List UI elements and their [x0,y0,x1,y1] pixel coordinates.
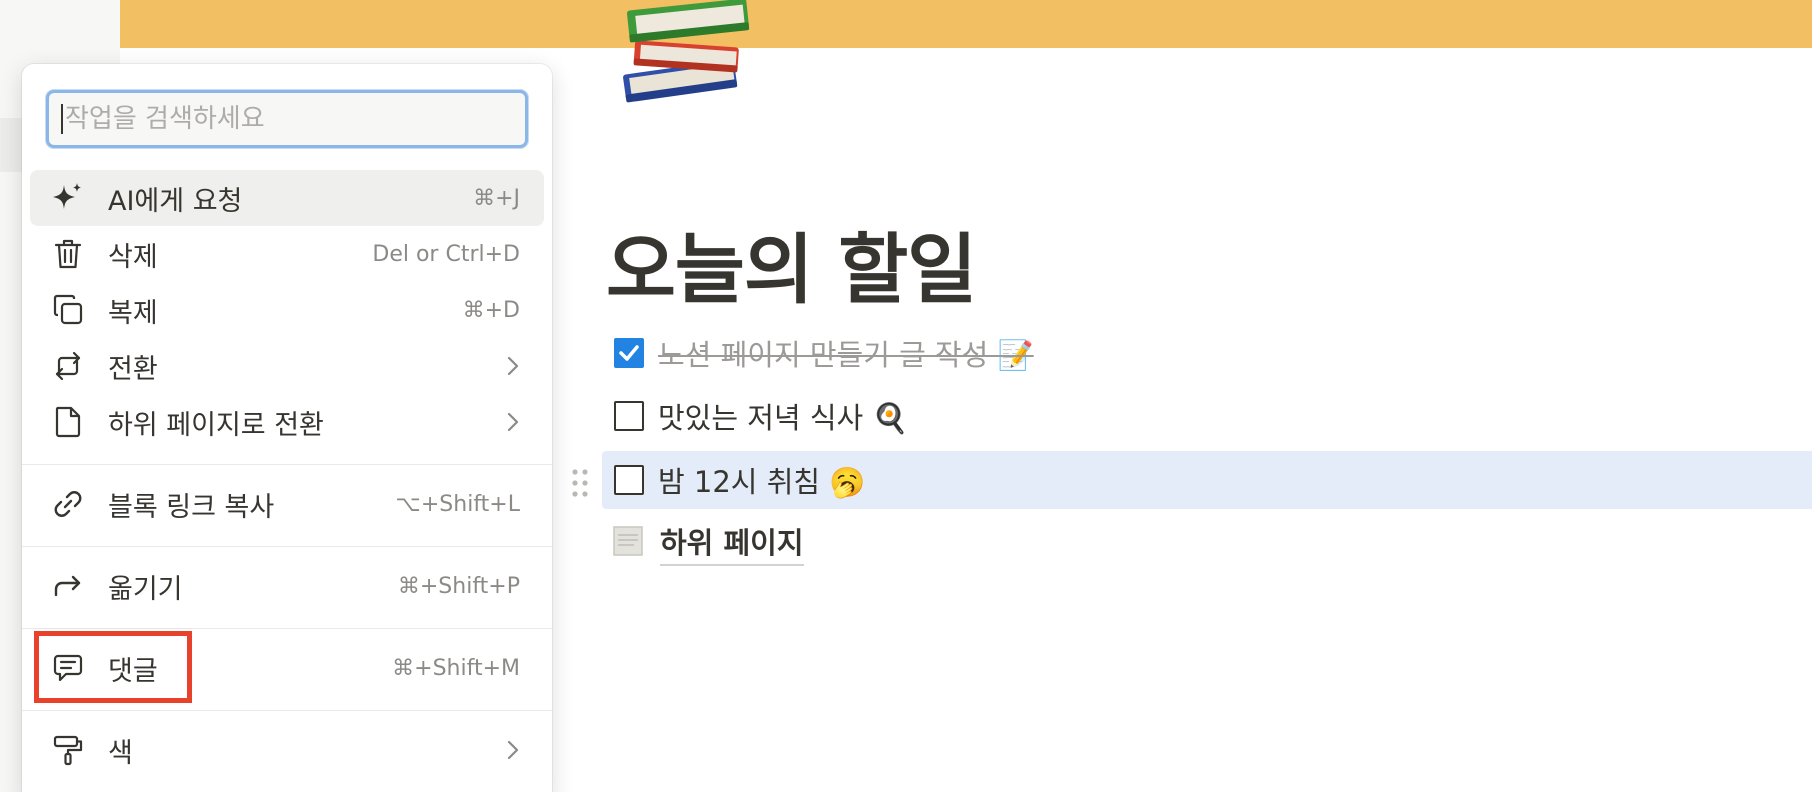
menu-divider [22,710,552,711]
page-icon [610,523,646,563]
menu-divider [22,546,552,547]
menu-item-turn-into-page[interactable]: 하위 페이지로 전환 [30,394,544,450]
chevron-right-icon [506,411,520,433]
menu-item-convert[interactable]: 전환 [30,338,544,394]
books-emoji-icon[interactable] [612,0,762,110]
menu-item-label: 삭제 [108,241,158,273]
shortcut-hint: ⌘+Shift+P [397,573,520,599]
shortcut-hint: ⌘+D [462,297,520,323]
checkbox-checked[interactable] [614,338,644,368]
todo-text[interactable]: 맛있는 저녁 식사 🍳 [658,395,909,437]
file-icon [48,402,88,442]
menu-item-move-to[interactable]: 옮기기 ⌘+Shift+P [30,558,544,614]
highlight-annotation-box [34,631,192,703]
move-arrow-icon [48,566,88,606]
page-cover[interactable] [120,0,1812,48]
search-field[interactable] [46,90,528,148]
subpage-title[interactable]: 하위 페이지 [660,520,804,566]
page-title[interactable]: 오늘의 할일 [606,208,977,318]
text-caret [61,104,63,134]
sparkle-icon [48,178,88,218]
menu-item-duplicate[interactable]: 복제 ⌘+D [30,282,544,338]
subpage-link[interactable]: 하위 페이지 [610,518,804,568]
paint-roller-icon [48,730,88,770]
menu-item-label: 하위 페이지로 전환 [108,409,324,441]
todo-item[interactable]: 노션 페이지 만들기 글 작성 📝 [602,324,1812,382]
chevron-right-icon [506,739,520,761]
checkbox[interactable] [614,401,644,431]
shortcut-hint: ⌥+Shift+L [395,491,520,517]
trash-icon [48,234,88,274]
shortcut-hint: Del or Ctrl+D [372,241,520,267]
convert-icon [48,346,88,386]
todo-text[interactable]: 밤 12시 취침 🥱 [658,459,865,501]
shortcut-hint: ⌘+J [473,185,520,211]
todo-text[interactable]: 노션 페이지 만들기 글 작성 📝 [658,332,1034,374]
duplicate-icon [48,290,88,330]
menu-item-copy-link[interactable]: 블록 링크 복사 ⌥+Shift+L [30,476,544,532]
menu-item-label: 옮기기 [108,573,183,605]
todo-item-selected[interactable]: 밤 12시 취침 🥱 [602,451,1812,509]
menu-item-ask-ai[interactable]: AI에게 요청 ⌘+J [30,170,544,226]
chevron-right-icon [506,355,520,377]
menu-item-color[interactable]: 색 [30,722,544,778]
menu-item-delete[interactable]: 삭제 Del or Ctrl+D [30,226,544,282]
menu-divider [22,464,552,465]
search-input[interactable] [65,104,505,134]
menu-item-label: AI에게 요청 [108,185,243,217]
menu-item-label: 복제 [108,297,158,329]
link-icon [48,484,88,524]
menu-item-label: 색 [108,737,133,769]
checkbox[interactable] [614,465,644,495]
shortcut-hint: ⌘+Shift+M [392,655,520,681]
menu-divider [22,628,552,629]
todo-item[interactable]: 맛있는 저녁 식사 🍳 [602,387,1812,445]
menu-item-label: 전환 [108,353,158,385]
menu-item-label: 블록 링크 복사 [108,491,275,523]
drag-handle-icon[interactable] [570,466,590,500]
